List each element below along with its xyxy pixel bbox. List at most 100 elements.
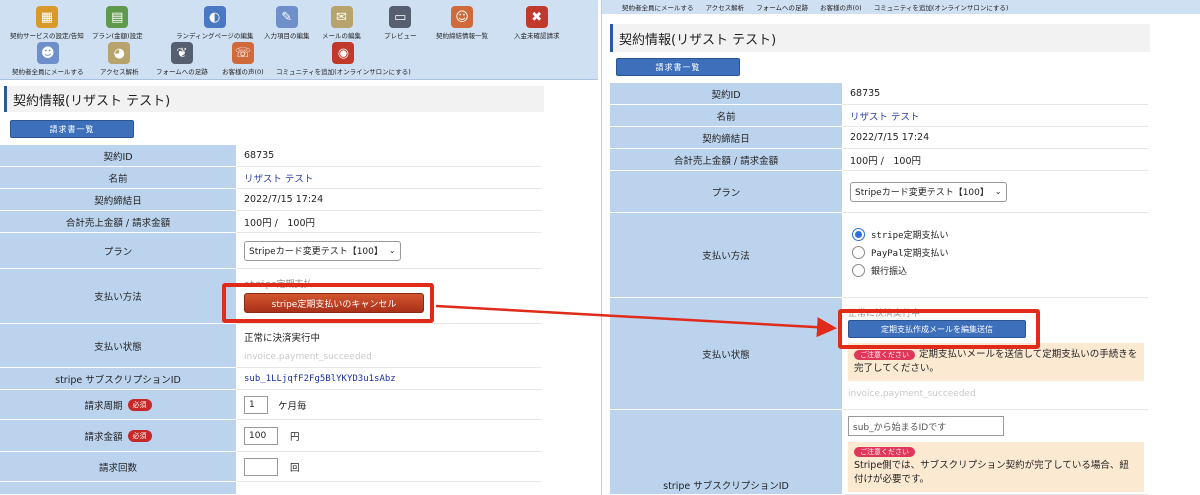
value-date: 2022/7/15 17:24 — [236, 189, 541, 211]
toolbar-item-7[interactable]: ✖ 入金未確認請求 — [514, 6, 560, 40]
payment-option-label: stripe定期支払い — [871, 231, 949, 241]
row-contract-id: 契約ID 68735 — [610, 83, 1148, 105]
subscription-id-value: sub_1LLjqfF2Fg5BlYKYD3u1sAbz — [244, 373, 396, 384]
label-contract-id: 契約ID — [0, 145, 236, 167]
left-screenshot-pane: ▦ 契約サービスの設定/告知 ▤ プラン(金額)設定 ◐ ランディングページの編集 ✎ 入力項… — [0, 0, 598, 495]
plan-cell: Stripeカード変更テスト【100】 ⌄ — [842, 171, 1148, 213]
label-payment-method: 支払い方法 — [0, 269, 236, 324]
label-date: 契約締結日 — [610, 127, 842, 149]
page-title: 契約情報(リザスト テスト) — [4, 86, 544, 112]
plan-select[interactable]: Stripeカード変更テスト【100】 ⌄ — [244, 240, 401, 261]
plan-select-value: Stripeカード変更テスト【100】 — [249, 247, 383, 257]
row-plan: プラン Stripeカード変更テスト【100】 ⌄ — [0, 233, 541, 269]
billing-amount-unit: 円 — [290, 431, 300, 443]
label-plan: プラン — [610, 171, 842, 213]
footprint-icon: ❦ — [170, 42, 193, 64]
page-title: 契約情報(リザスト テスト) — [610, 24, 1150, 52]
landing-icon: ◐ — [203, 6, 226, 28]
toolbar-item-row2-0[interactable]: ☻ 契約者全員にメールする — [12, 42, 84, 76]
billing-amount-cell: 100 円 — [236, 420, 541, 452]
mail-icon: ✉ — [330, 6, 353, 28]
chevron-down-icon: ⌄ — [994, 187, 1002, 196]
invoice-list-button[interactable]: 請求書一覧 — [10, 120, 134, 138]
toolbar-item-6[interactable]: ☺ 契約締結情報一覧 — [436, 6, 488, 40]
invoice-list-button[interactable]: 請求書一覧 — [616, 58, 740, 76]
label-date: 契約締結日 — [0, 189, 236, 211]
toolbar-item-4[interactable]: ✉ メールの編集 — [322, 6, 361, 40]
billing-count-unit: 回 — [290, 462, 300, 474]
toolbar-item-label: お客様の声(0) — [222, 68, 264, 76]
row-billing-amount: 請求金額 必須 100 円 — [0, 420, 541, 452]
toolbar-item-label: ランディングページの編集 — [176, 32, 254, 40]
row-amount: 合計売上金額 / 請求金額 100円 / 100円 — [610, 149, 1148, 171]
label-payment-status: 支払い状態 — [610, 298, 842, 410]
toolbar-item-row2-1[interactable]: ◕ アクセス解析 — [100, 42, 139, 76]
subscription-id-placeholder: sub_から始まるIDです — [853, 422, 947, 433]
label-name: 名前 — [610, 105, 842, 127]
highlight-box-left — [222, 283, 434, 323]
value-name[interactable]: リザスト テスト — [842, 105, 1148, 127]
payment-status-cell: 正常に決済実行中 invoice.payment_succeeded — [236, 324, 541, 368]
subscription-id-input[interactable]: sub_から始まるIDです — [848, 416, 1004, 436]
nav-link-4[interactable]: コミュニティを追加(オンラインサロンにする) — [874, 2, 1009, 12]
toolbar-item-5[interactable]: ▭ プレビュー — [384, 6, 417, 40]
payment-status-value: 正常に決済実行中 — [244, 332, 321, 344]
payment-option-radio[interactable]: 銀行振込 — [852, 264, 907, 277]
subscription-id-cell: sub_から始まるIDです ご注意ください Stripe側では、サブスクリプショ… — [842, 410, 1148, 495]
value-contract-id: 68735 — [236, 145, 541, 167]
right-screenshot-pane: 契約者全員にメールする アクセス解析 フォームへの足跡 お客様の声(0) コミュニティを… — [601, 0, 1200, 495]
notice-pill: ご注意ください — [854, 447, 915, 457]
toolbar-item-label: 入力項目の編集 — [264, 32, 310, 40]
chevron-down-icon: ⌄ — [388, 246, 396, 255]
toolbar-item-label: プレビュー — [384, 32, 417, 40]
nav-link-2[interactable]: フォームへの足跡 — [756, 2, 808, 12]
voice-icon: ☏ — [231, 42, 254, 64]
billing-cycle-input[interactable]: 1 — [244, 395, 268, 414]
toolbar-item-row2-4[interactable]: ◉ コミュニティを追加(オンラインサロンにする) — [276, 42, 411, 76]
toolbar-item-3[interactable]: ✎ 入力項目の編集 — [264, 6, 310, 40]
row-date: 契約締結日 2022/7/15 17:24 — [0, 189, 541, 211]
value-name[interactable]: リザスト テスト — [236, 167, 541, 189]
radio-circle-icon — [852, 228, 865, 241]
toolbar-item-1[interactable]: ▤ プラン(金額)設定 — [92, 6, 143, 40]
toolbar-item-0[interactable]: ▦ 契約サービスの設定/告知 — [10, 6, 84, 40]
toolbar-item-label: コミュニティを追加(オンラインサロンにする) — [276, 68, 411, 76]
notice-box: ご注意ください Stripe側では、サブスクリプション契約が完了している場合、紐… — [848, 442, 1144, 492]
toolbar-item-row2-2[interactable]: ❦ フォームへの足跡 — [156, 42, 208, 76]
label-name: 名前 — [0, 167, 236, 189]
notice-text: Stripe側では、サブスクリプション契約が完了している場合、紐付けが必要です。 — [854, 460, 1129, 485]
required-badge: 必須 — [127, 398, 152, 411]
top-nav-strip: 契約者全員にメールする アクセス解析 フォームへの足跡 お客様の声(0) コミュニティを… — [602, 0, 1200, 14]
page-title-text: 契約情報(リザスト テスト) — [13, 93, 171, 109]
plan-select[interactable]: Stripeカード変更テスト【100】 ⌄ — [850, 181, 1007, 202]
plan-select-value: Stripeカード変更テスト【100】 — [855, 188, 989, 198]
billing-amount-input[interactable]: 100 — [244, 426, 278, 445]
billing-count-input[interactable] — [244, 457, 278, 476]
row-next — [0, 482, 236, 495]
row-contract-id: 契約ID 68735 — [0, 145, 541, 167]
value-amount: 100円 / 100円 — [842, 149, 1148, 171]
label-contract-id: 契約ID — [610, 83, 842, 105]
payment-option-radio[interactable]: stripe定期支払い — [852, 228, 949, 241]
toolbar-item-label: アクセス解析 — [100, 68, 139, 76]
toolbar-item-row2-3[interactable]: ☏ お客様の声(0) — [222, 42, 264, 76]
label-payment-status: 支払い状態 — [0, 324, 236, 368]
payment-option-radio[interactable]: PayPal定期支払い — [852, 246, 949, 259]
row-subscription-id: stripe サブスクリプションID sub_1LLjqfF2Fg5BlYKYD… — [0, 368, 541, 390]
billing-cycle-cell: 1 ケ月毎 — [236, 390, 541, 420]
notice-pill: ご注意ください — [854, 350, 915, 360]
nav-link-0[interactable]: 契約者全員にメールする — [622, 2, 694, 12]
toolbar-item-label: フォームへの足跡 — [156, 68, 208, 76]
admin-toolbar: ▦ 契約サービスの設定/告知 ▤ プラン(金額)設定 ◐ ランディングページの編集 ✎ 入力項… — [0, 0, 598, 80]
nav-link-1[interactable]: アクセス解析 — [706, 2, 745, 12]
billing-cycle-label: 請求周期 — [84, 400, 123, 412]
billing-count-cell: 回 — [236, 452, 541, 482]
required-badge: 必須 — [127, 429, 152, 442]
toolbar-item-2[interactable]: ◐ ランディングページの編集 — [176, 6, 253, 40]
nav-link-3[interactable]: お客様の声(0) — [820, 2, 862, 12]
toolbar-item-label: 契約者全員にメールする — [12, 68, 84, 76]
alert-user-icon: ✖ — [525, 6, 548, 28]
payment-option-label: 銀行振込 — [871, 267, 908, 277]
invoice-list-button-label: 請求書一覧 — [49, 124, 95, 134]
radio-circle-icon — [852, 246, 865, 259]
